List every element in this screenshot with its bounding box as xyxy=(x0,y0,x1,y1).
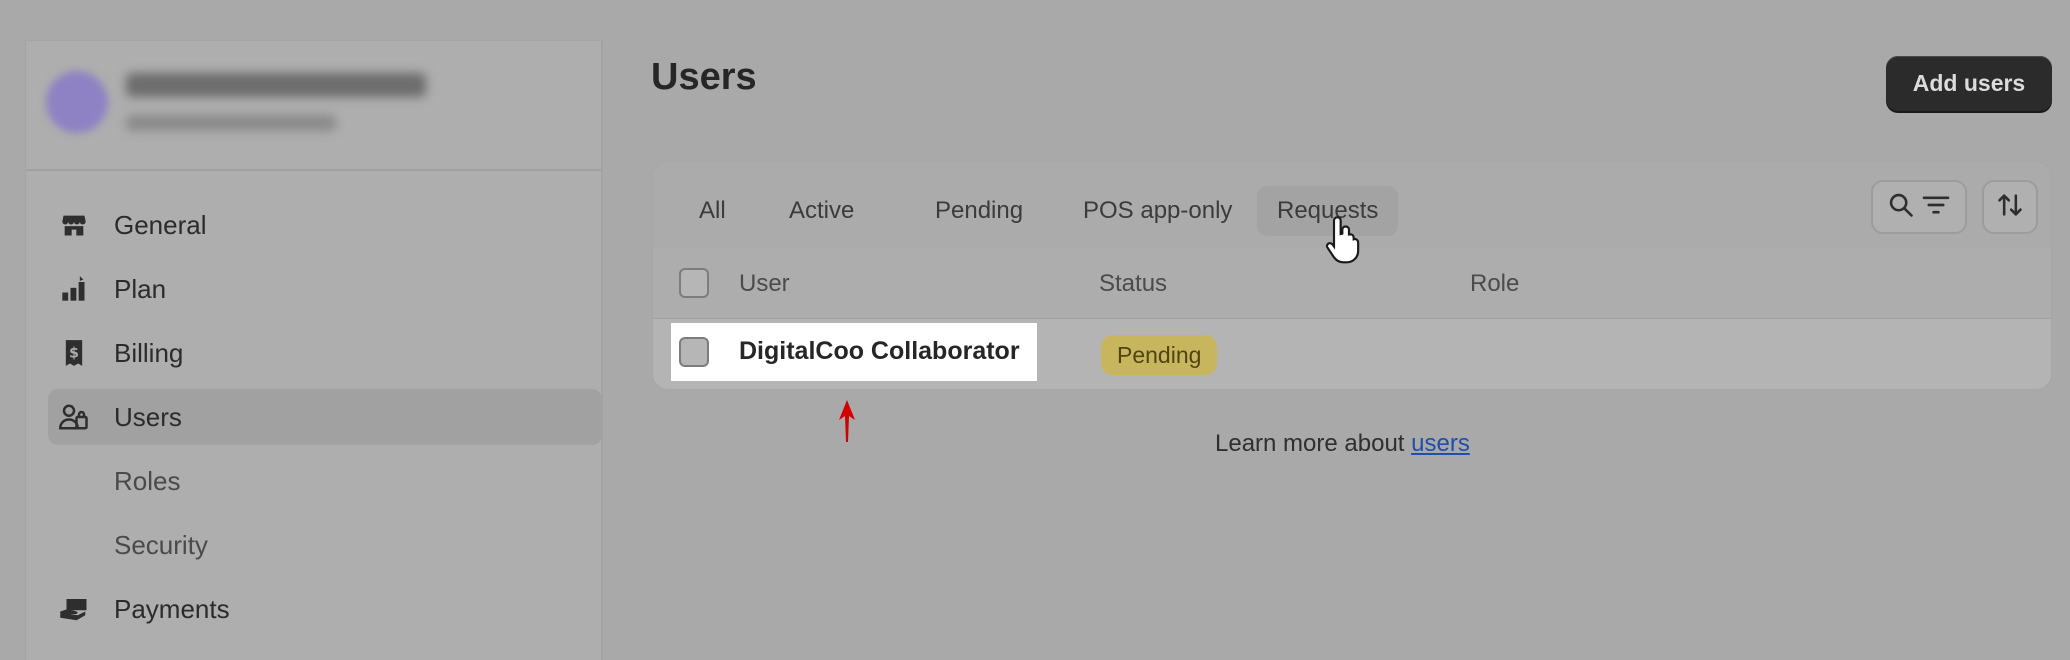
status-badge: Pending xyxy=(1101,335,1218,375)
avatar xyxy=(46,71,108,133)
sort-button[interactable] xyxy=(1982,180,2038,234)
sidebar-item-users[interactable]: Users xyxy=(48,389,602,445)
sidebar-item-label: Roles xyxy=(114,466,181,496)
annotation-arrow-icon xyxy=(835,398,859,449)
sidebar-item-label: Users xyxy=(114,402,182,432)
filter-lines-icon xyxy=(1921,193,1951,222)
user-name[interactable]: DigitalCoo Collaborator xyxy=(739,337,1020,366)
hand-cursor-icon xyxy=(1324,214,1364,269)
sort-arrows-icon xyxy=(1996,191,2024,224)
users-table-card: All Active Pending POS app-only Requests… xyxy=(652,161,2052,390)
search-filter-button[interactable] xyxy=(1871,180,1967,234)
settings-nav: General Plan $ Billing Users Roles Secur… xyxy=(48,197,604,645)
select-all-checkbox[interactable] xyxy=(679,268,709,298)
sidebar-item-label: Payments xyxy=(114,594,230,624)
tab-active[interactable]: Active xyxy=(769,186,874,236)
payments-hand-icon xyxy=(58,593,90,625)
account-header[interactable] xyxy=(26,41,601,171)
search-icon xyxy=(1887,191,1915,224)
settings-sidebar: General Plan $ Billing Users Roles Secur… xyxy=(25,40,603,660)
sidebar-item-label: General xyxy=(114,210,207,240)
store-icon xyxy=(58,209,90,241)
column-header-user[interactable]: User xyxy=(739,270,790,298)
column-header-status[interactable]: Status xyxy=(1099,270,1167,298)
tab-pos-app-only[interactable]: POS app-only xyxy=(1063,186,1252,236)
sidebar-item-payments[interactable]: Payments xyxy=(48,581,602,637)
account-name-blurred xyxy=(126,73,426,97)
users-icon xyxy=(58,401,90,433)
column-header-role[interactable]: Role xyxy=(1470,270,1519,298)
learn-more-prefix: Learn more about xyxy=(1215,430,1412,457)
users-help-link[interactable]: users xyxy=(1411,430,1470,457)
sidebar-item-roles[interactable]: Roles xyxy=(48,453,602,509)
row-checkbox[interactable] xyxy=(679,337,709,367)
account-subtext-blurred xyxy=(126,115,336,131)
sidebar-item-billing[interactable]: $ Billing xyxy=(48,325,602,381)
add-users-button[interactable]: Add users xyxy=(1886,56,2052,111)
sidebar-item-label: Plan xyxy=(114,274,167,304)
billing-receipt-icon: $ xyxy=(58,337,90,369)
sidebar-item-general[interactable]: General xyxy=(48,197,602,253)
plan-chart-icon xyxy=(58,273,90,305)
sidebar-item-label: Security xyxy=(114,530,208,560)
sidebar-item-security[interactable]: Security xyxy=(48,517,602,573)
sidebar-item-plan[interactable]: Plan xyxy=(48,261,602,317)
tab-pending[interactable]: Pending xyxy=(915,186,1043,236)
table-row[interactable]: DigitalCoo Collaborator Pending xyxy=(653,319,2051,389)
tab-all[interactable]: All xyxy=(679,186,746,236)
svg-text:$: $ xyxy=(69,346,79,362)
learn-more-text: Learn more about users xyxy=(1215,430,1470,458)
page-title: Users xyxy=(651,56,757,98)
sidebar-item-label: Billing xyxy=(114,338,184,368)
